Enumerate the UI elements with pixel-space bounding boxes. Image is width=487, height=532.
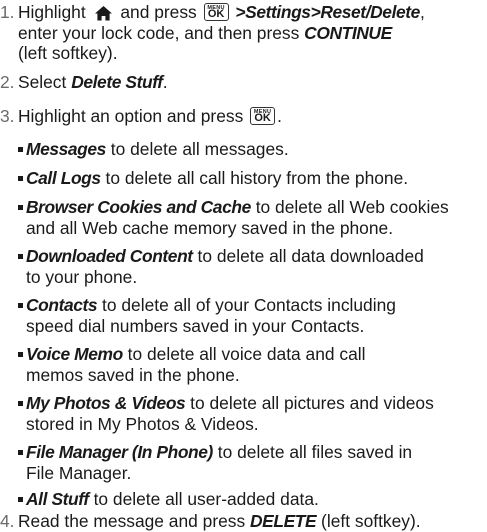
delete-label: DELETE: [250, 511, 317, 531]
bullet-icon: [18, 352, 23, 357]
step-number: 1.: [0, 2, 15, 22]
option-messages: Messages to delete all messages.: [18, 139, 484, 160]
step-number: 4.: [0, 511, 15, 531]
bullet-icon: [18, 205, 23, 210]
option-voice-memo: Voice Memo to delete all voice data and …: [18, 344, 484, 385]
home-icon: [94, 6, 112, 21]
bullet-icon: [18, 254, 23, 259]
step-text-part: (left softkey).: [18, 43, 118, 63]
option-downloaded-content: Downloaded Content to delete all data do…: [18, 246, 484, 287]
option-all-stuff: All Stuff to delete all user-added data.: [18, 489, 484, 510]
menu-path: >Settings>Reset/Delete: [235, 2, 420, 22]
menu-ok-key-icon: MENU OK: [203, 3, 229, 21]
bullet-icon: [18, 176, 23, 181]
step-text-part: and press: [120, 2, 197, 22]
bullet-icon: [18, 303, 23, 308]
instructions-page: 1. Highlight and press MENU OK >Settings>…: [0, 0, 487, 532]
step-number: 3.: [0, 106, 15, 126]
step-text-part: enter your lock code, and then press: [18, 22, 300, 43]
option-call-logs: Call Logs to delete all call history fro…: [18, 168, 484, 189]
step-text-part: Highlight: [18, 2, 86, 22]
bullet-icon: [18, 147, 23, 152]
step-text: Highlight an option and press MENU OK.: [18, 106, 282, 126]
option-my-photos-videos: My Photos & Videos to delete all picture…: [18, 393, 484, 434]
step-text-part: (left softkey).: [316, 511, 421, 531]
menu-ok-key-icon: MENU OK: [250, 107, 276, 125]
step-number: 2.: [0, 72, 15, 92]
delete-stuff-label: Delete Stuff: [71, 72, 163, 92]
option-contacts: Contacts to delete all of your Contacts …: [18, 295, 484, 336]
step-text-part: Read the message and press: [18, 511, 251, 531]
continue-label: CONTINUE: [304, 22, 392, 43]
option-browser-cookies-and-cache: Browser Cookies and Cache to delete all …: [18, 197, 484, 238]
step-text-part: Select: [18, 72, 67, 92]
bullet-icon: [18, 450, 23, 455]
bullet-icon: [18, 497, 23, 502]
option-file-manager: File Manager (In Phone) to delete all fi…: [18, 442, 484, 483]
step-text-part: Highlight an option and press: [18, 106, 244, 126]
step-text: Highlight and press MENU OK >Settings>Res…: [18, 2, 484, 64]
step-text: Read the message and press DELETE (left …: [18, 511, 484, 532]
bullet-icon: [18, 401, 23, 406]
step-text: Select Delete Stuff.: [18, 72, 168, 92]
